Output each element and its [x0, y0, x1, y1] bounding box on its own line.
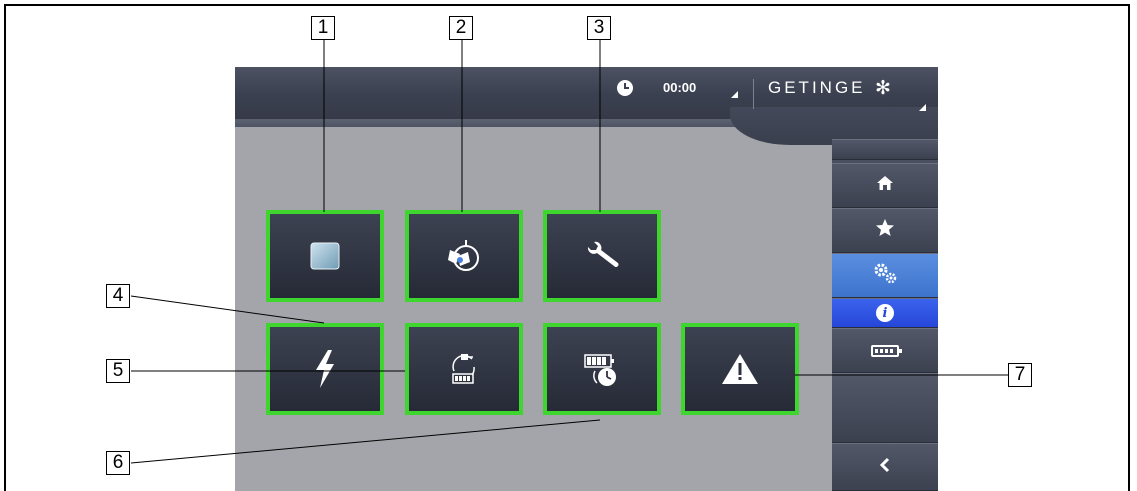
- light-head-icon: [444, 236, 484, 276]
- battery-timer-icon: [581, 349, 623, 389]
- home-icon: [876, 175, 894, 196]
- callout-5: 5: [106, 359, 130, 383]
- sidebar-item-favorites[interactable]: [832, 208, 938, 253]
- lightning-icon: [312, 350, 338, 388]
- sidebar-item-info[interactable]: i: [832, 298, 938, 328]
- gears-icon: [871, 261, 899, 290]
- callout-4: 4: [106, 284, 130, 308]
- tile-maintenance[interactable]: [543, 210, 661, 302]
- device-screen: 00:00 GETINGE ✻ i: [235, 67, 938, 491]
- callout-7: 7: [1008, 363, 1032, 387]
- star-icon: [875, 218, 895, 243]
- wrench-icon: [584, 241, 620, 271]
- chevron-left-icon: [879, 457, 891, 478]
- info-icon: i: [876, 304, 894, 322]
- brand-name: GETINGE: [768, 78, 866, 97]
- brand-logo-icon: ✻: [875, 78, 891, 99]
- clock-icon: [617, 80, 633, 96]
- top-bar-shelf: [235, 119, 745, 127]
- clock-time[interactable]: 00:00: [663, 80, 696, 95]
- sidebar-item-home[interactable]: [832, 163, 938, 208]
- callout-1: 1: [311, 16, 335, 40]
- time-menu-indicator-icon[interactable]: [731, 91, 738, 98]
- annotated-figure: 00:00 GETINGE ✻ i 1 2 3 4 5 6 7: [0, 0, 1137, 491]
- warning-icon: [720, 352, 760, 386]
- callout-3: 3: [587, 16, 611, 40]
- tile-warning[interactable]: [681, 323, 799, 415]
- tile-light-head[interactable]: [405, 210, 523, 302]
- sidebar-spacer: [832, 139, 938, 160]
- tile-display[interactable]: [266, 210, 384, 302]
- callout-6: 6: [106, 451, 130, 475]
- sidebar-spacer-lower: [832, 373, 938, 443]
- tile-battery-charge[interactable]: [405, 323, 523, 415]
- top-bar-divider: [753, 79, 754, 109]
- sidebar: i: [832, 139, 938, 491]
- display-panel-icon: [309, 241, 341, 271]
- callout-2: 2: [449, 16, 473, 40]
- battery-icon: [871, 344, 902, 357]
- tile-power[interactable]: [266, 323, 384, 415]
- tile-battery-schedule[interactable]: [543, 323, 661, 415]
- battery-charge-icon: [444, 349, 484, 389]
- brand-menu-indicator-icon[interactable]: [919, 104, 926, 111]
- sidebar-item-back[interactable]: [832, 443, 938, 491]
- sidebar-item-settings[interactable]: [832, 253, 938, 298]
- sidebar-item-battery[interactable]: [832, 328, 938, 373]
